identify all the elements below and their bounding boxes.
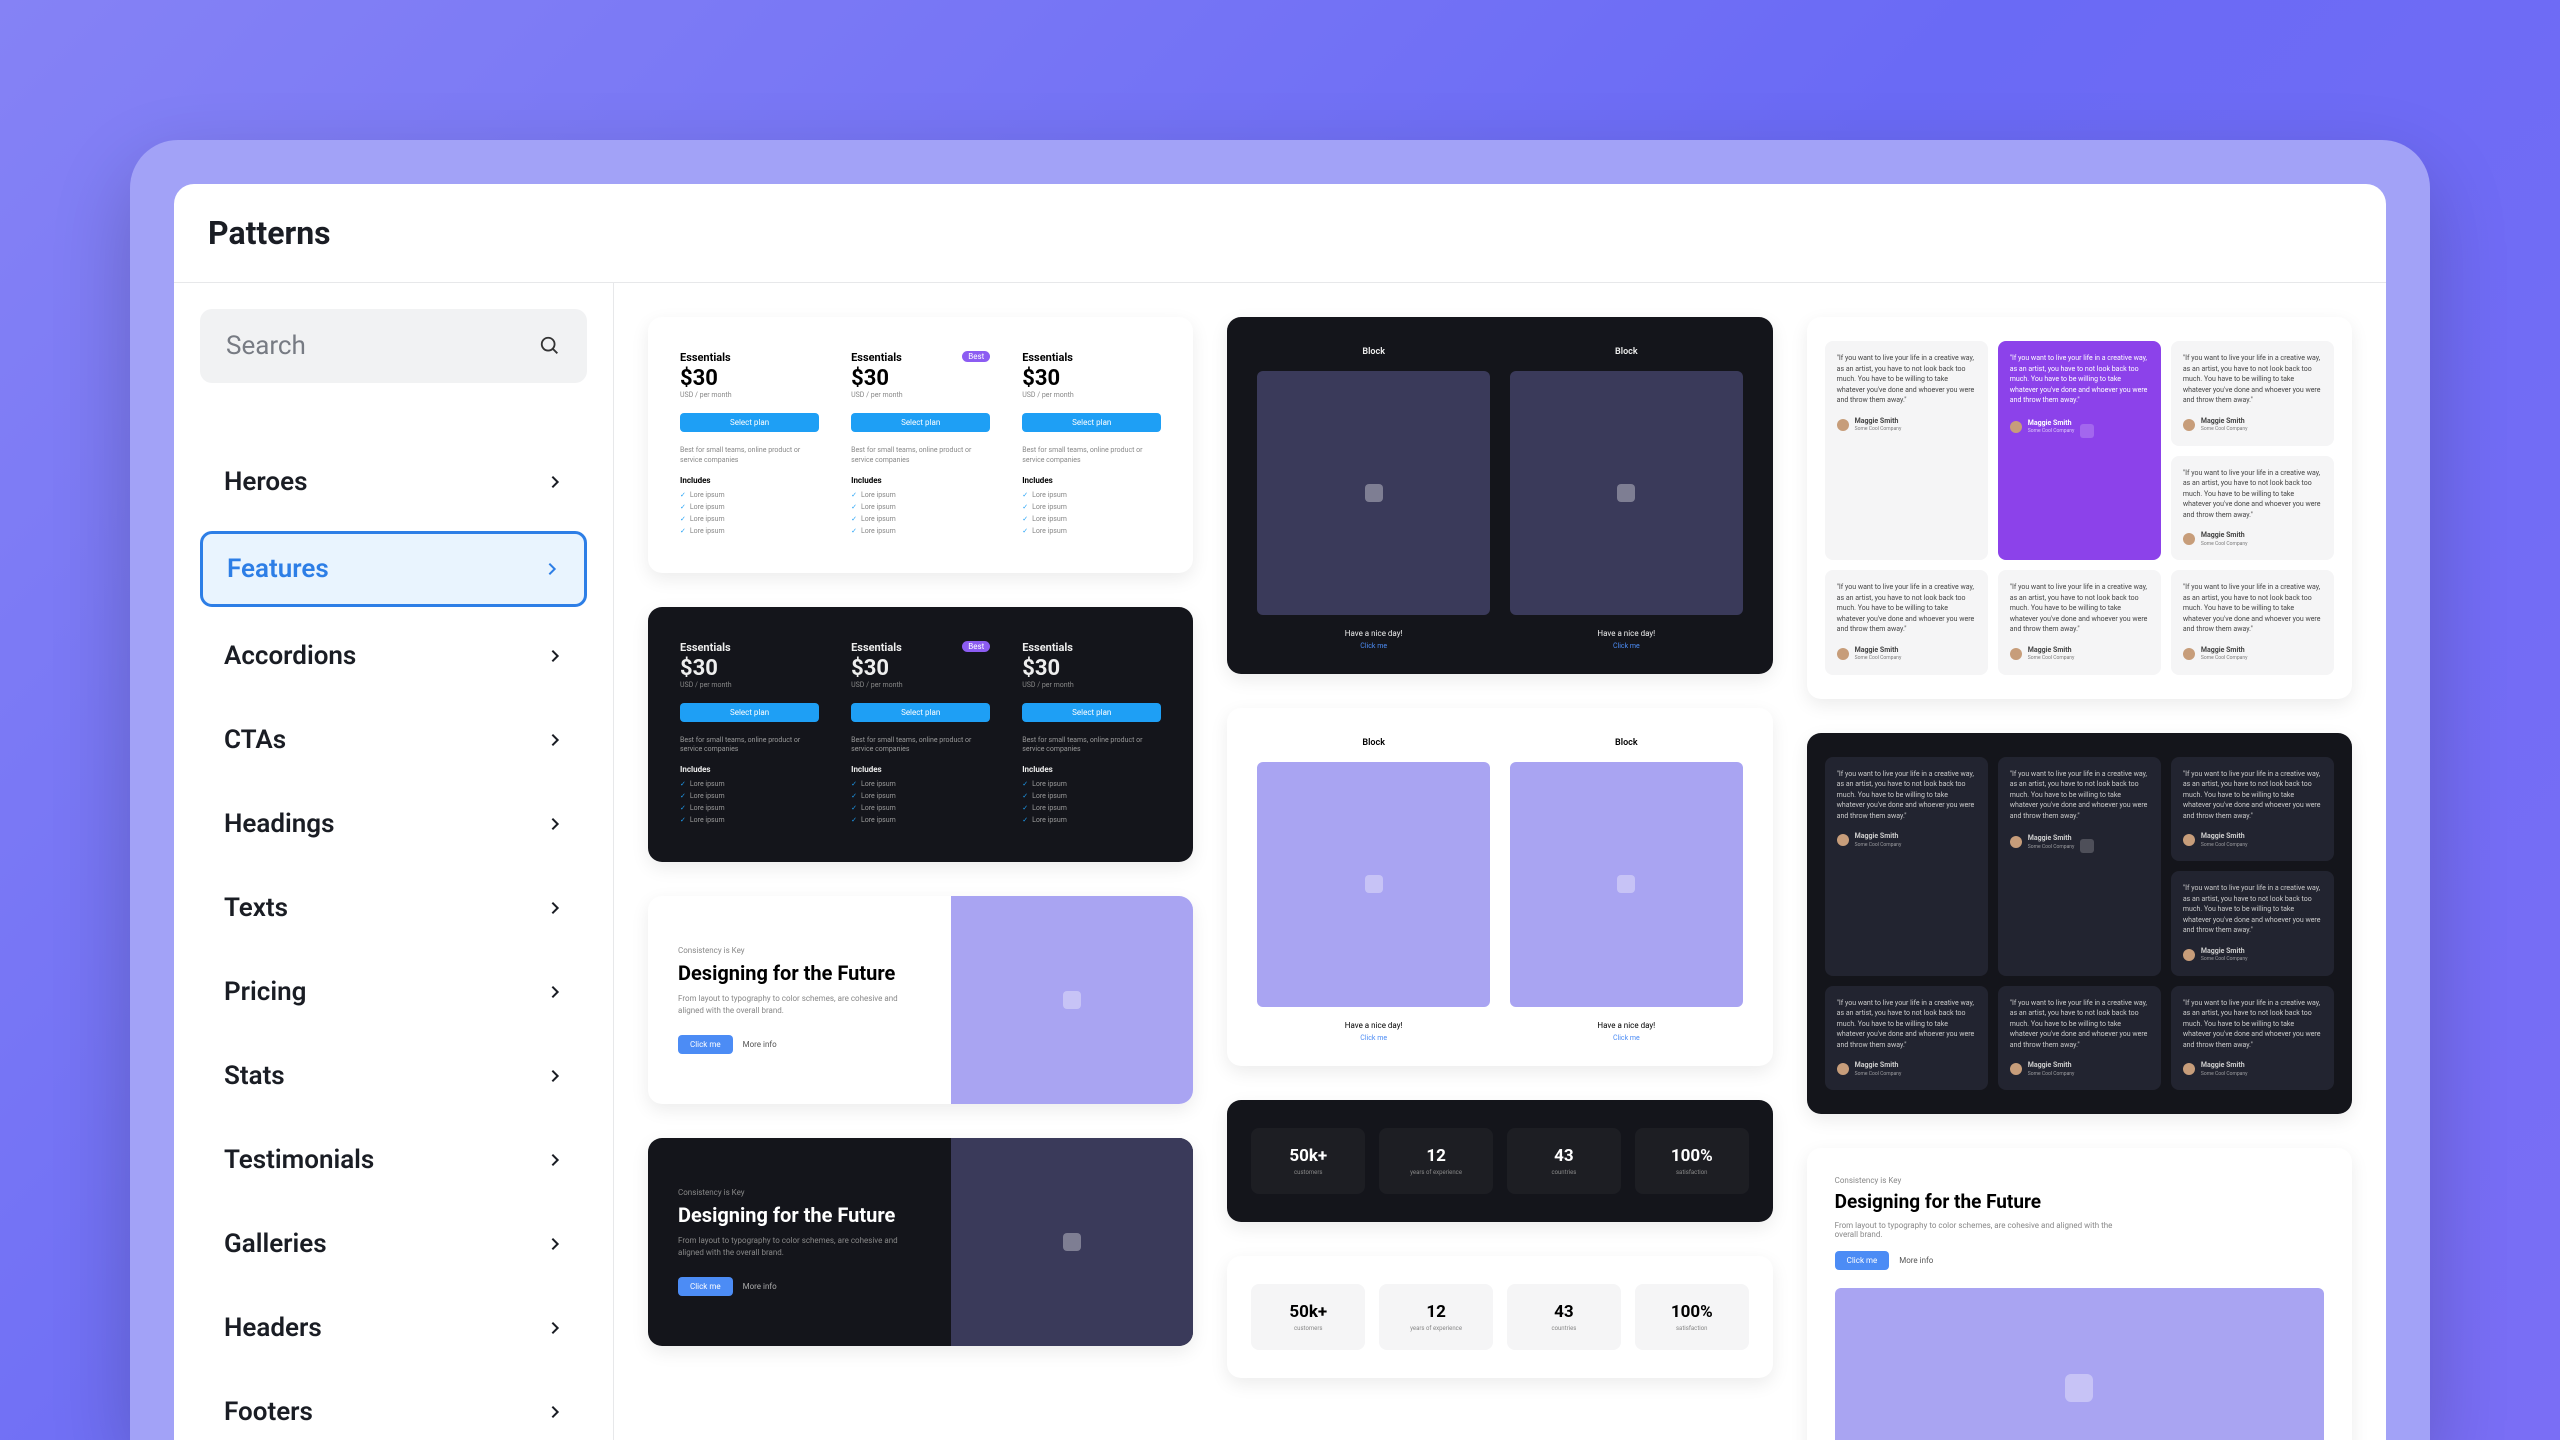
chevron-right-icon [547,984,563,1000]
image-icon [1063,991,1081,1009]
sidebar-item-heroes[interactable]: Heroes [200,447,587,517]
chevron-right-icon [547,1152,563,1168]
avatar [1837,419,1849,431]
topbar: Patterns [174,184,2386,283]
page-title: Patterns [208,214,2352,252]
chevron-right-icon [547,474,563,490]
chevron-right-icon [547,1068,563,1084]
avatar [2183,648,2195,660]
avatar [2183,949,2195,961]
chevron-right-icon [547,648,563,664]
app-panel: Patterns Search Heroes Features Accordio… [174,184,2386,1440]
sidebar-item-features[interactable]: Features [200,531,587,607]
search-placeholder: Search [226,331,306,361]
image-icon [1063,1233,1081,1251]
chevron-right-icon [547,900,563,916]
image-icon [1365,484,1383,502]
sidebar-item-ctas[interactable]: CTAs [200,705,587,775]
avatar [2010,421,2022,433]
image-icon [1617,875,1635,893]
pattern-card-hero-light[interactable]: Consistency is Key Designing for the Fut… [648,896,1193,1104]
sidebar-item-galleries[interactable]: Galleries [200,1209,587,1279]
image-icon [1617,484,1635,502]
avatar [2183,1063,2195,1075]
pattern-card-pricing-dark[interactable]: Essentials $30 USD / per month Select pl… [648,607,1193,863]
chevron-right-icon [547,1236,563,1252]
chevron-right-icon [547,816,563,832]
sidebar-item-testimonials[interactable]: Testimonials [200,1125,587,1195]
avatar [2010,648,2022,660]
avatar [2010,836,2022,848]
avatar [2183,419,2195,431]
avatar [1837,648,1849,660]
pattern-card-blocks-light[interactable]: BlockHave a nice day!Click me BlockHave … [1227,708,1772,1065]
image-icon [1365,875,1383,893]
sidebar-item-texts[interactable]: Texts [200,873,587,943]
pattern-card-pricing-light[interactable]: Essentials $30 USD / per month Select pl… [648,317,1193,573]
avatar [2183,533,2195,545]
pattern-grid: Essentials $30 USD / per month Select pl… [614,283,2386,1440]
sidebar: Search Heroes Features Accordions CTAs H… [174,283,614,1440]
sidebar-item-headers[interactable]: Headers [200,1293,587,1363]
pattern-card-blocks-dark[interactable]: BlockHave a nice day!Click me BlockHave … [1227,317,1772,674]
sidebar-item-pricing[interactable]: Pricing [200,957,587,1027]
pattern-card-testimonials-light[interactable]: "If you want to live your life in a crea… [1807,317,2352,699]
pattern-card-stats-dark[interactable]: 50k+customers 12years of experience 43co… [1227,1100,1772,1222]
pattern-card-stats-light[interactable]: 50k+customers 12years of experience 43co… [1227,1256,1772,1378]
search-icon [539,335,561,357]
pattern-card-hero-dark[interactable]: Consistency is Key Designing for the Fut… [648,1138,1193,1346]
chevron-right-icon [547,1404,563,1420]
sidebar-item-accordions[interactable]: Accordions [200,621,587,691]
image-icon [2065,1374,2093,1402]
avatar [2010,1063,2022,1075]
chevron-right-icon [547,1320,563,1336]
search-input[interactable]: Search [200,309,587,383]
quote-icon [2080,424,2094,438]
pattern-card-hero-image-light[interactable]: Consistency is Key Designing for the Fut… [1807,1148,2352,1440]
pattern-card-testimonials-dark[interactable]: "If you want to live your life in a crea… [1807,733,2352,1115]
device-frame: Patterns Search Heroes Features Accordio… [130,140,2430,1440]
chevron-right-icon [547,732,563,748]
sidebar-item-stats[interactable]: Stats [200,1041,587,1111]
avatar [1837,1063,1849,1075]
sidebar-item-headings[interactable]: Headings [200,789,587,859]
sidebar-item-footers[interactable]: Footers [200,1377,587,1440]
chevron-right-icon [544,561,560,577]
quote-icon [2080,839,2094,853]
avatar [2183,834,2195,846]
avatar [1837,834,1849,846]
